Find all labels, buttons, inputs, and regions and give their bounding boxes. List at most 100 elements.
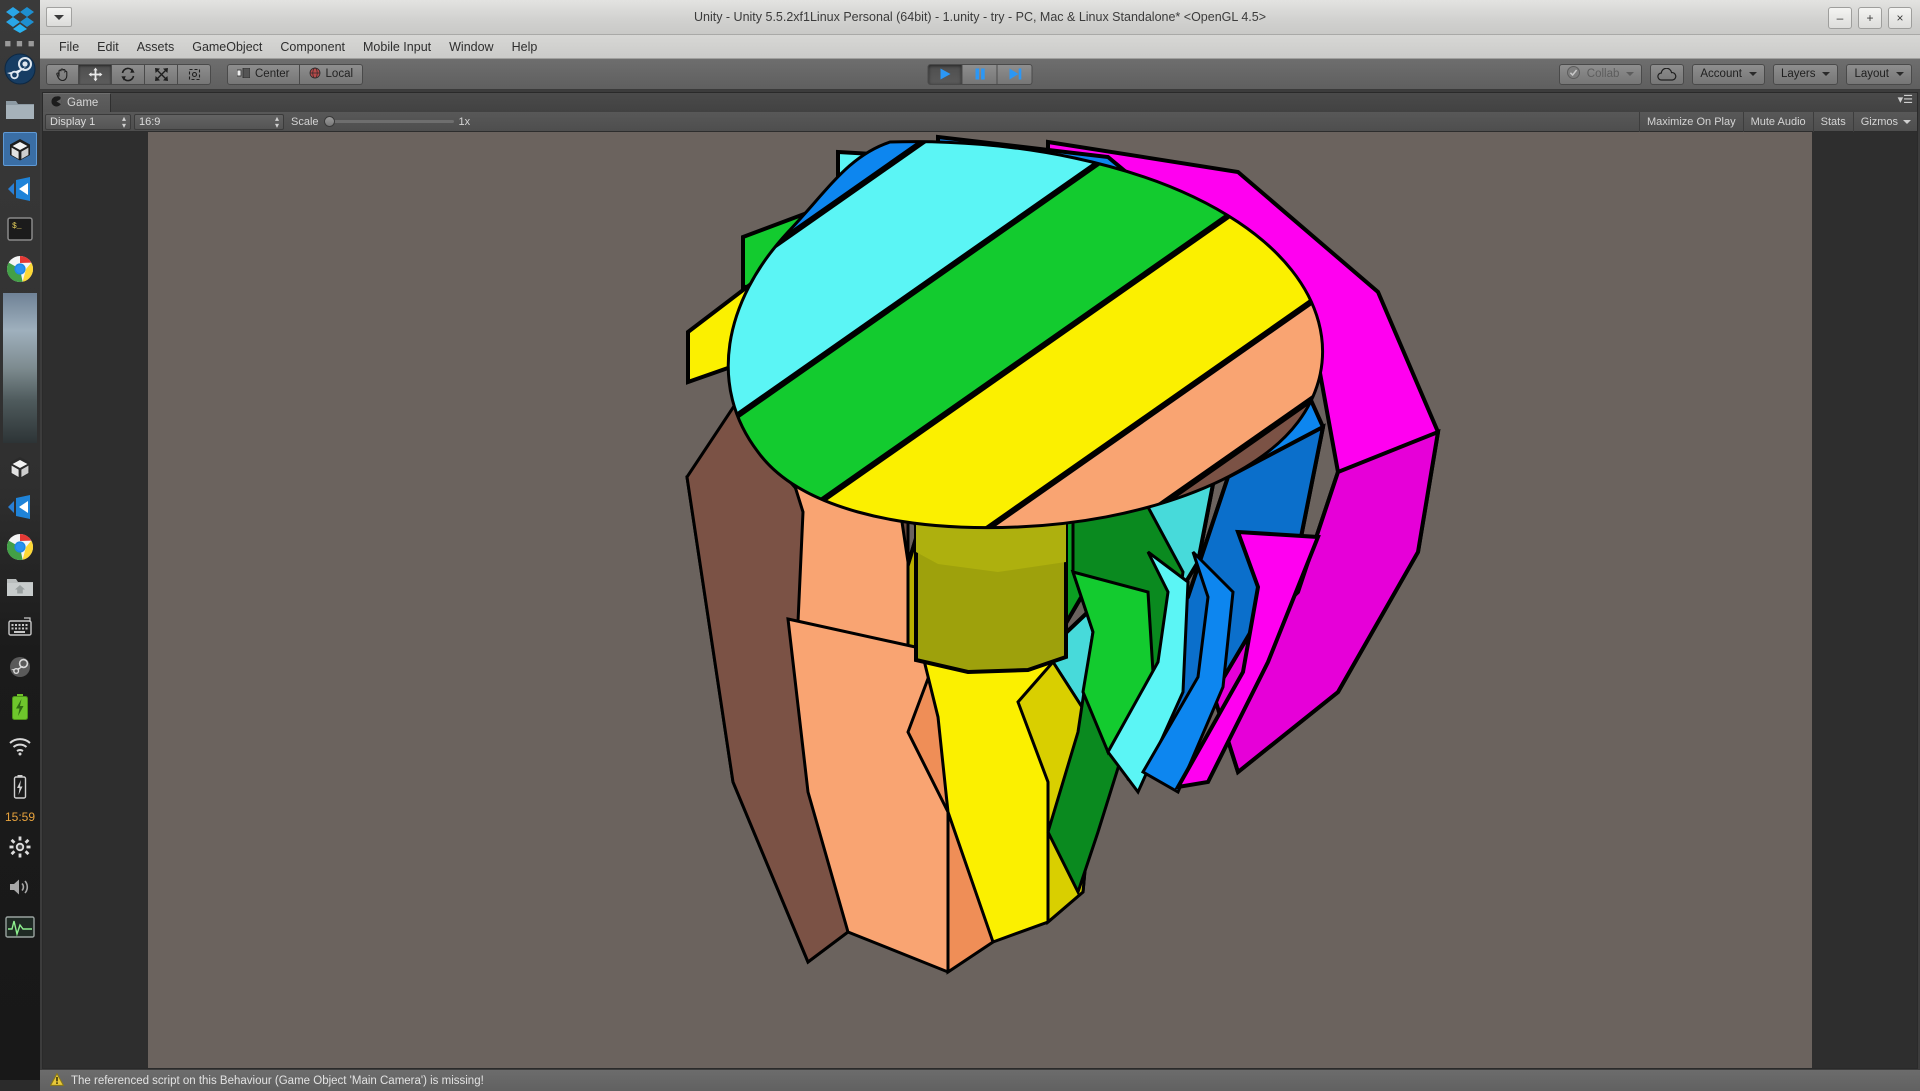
pivot-rotation-label: Local xyxy=(326,68,354,80)
scene-3d-object xyxy=(148,132,1812,1068)
svg-text:$_: $_ xyxy=(12,222,22,231)
menu-item-file[interactable]: File xyxy=(50,35,88,59)
toolbar-right-group: Collab Account Layers Layo xyxy=(1559,64,1912,85)
system-monitor-icon[interactable] xyxy=(3,910,37,944)
menu-item-edit[interactable]: Edit xyxy=(88,35,128,59)
game-viewport[interactable] xyxy=(43,132,1917,1068)
menu-item-mobile-input[interactable]: Mobile Input xyxy=(354,35,440,59)
chevron-down-icon xyxy=(1822,72,1830,76)
panel-menu-icon[interactable]: ▾☰ xyxy=(1898,95,1913,105)
rect-tool-button[interactable] xyxy=(178,64,211,85)
pivot-center-icon xyxy=(237,68,250,81)
scale-value: 1x xyxy=(459,116,471,128)
unity-main-window: Unity - Unity 5.5.2xf1Linux Personal (64… xyxy=(40,0,1920,1080)
chrome-icon[interactable] xyxy=(3,252,37,286)
steam-icon[interactable] xyxy=(3,52,37,86)
desktop-background: ■ ■ ■ xyxy=(0,0,1920,1080)
transform-tool-group xyxy=(46,64,211,85)
minimize-button[interactable]: – xyxy=(1828,7,1852,29)
vscode-icon-2[interactable] xyxy=(3,490,37,524)
battery-charging-icon[interactable] xyxy=(3,690,37,724)
chevron-down-icon xyxy=(1749,72,1757,76)
game-render-surface[interactable] xyxy=(148,132,1812,1068)
aspect-dropdown[interactable]: 16:9 ▴▾ xyxy=(134,114,284,130)
chevron-down-icon xyxy=(1903,120,1911,124)
menubar: File Edit Assets GameObject Component Mo… xyxy=(40,35,1920,59)
stats-toggle[interactable]: Stats xyxy=(1813,112,1853,132)
menu-item-help[interactable]: Help xyxy=(503,35,547,59)
statusbar-message: The referenced script on this Behaviour … xyxy=(71,1075,484,1087)
account-button[interactable]: Account xyxy=(1692,64,1765,85)
hand-tool-button[interactable] xyxy=(46,64,79,85)
move-tool-button[interactable] xyxy=(79,64,112,85)
play-controls xyxy=(928,64,1033,85)
steam-tray-icon[interactable] xyxy=(3,650,37,684)
files-icon[interactable] xyxy=(3,92,37,126)
step-button[interactable] xyxy=(998,64,1033,85)
menu-item-assets[interactable]: Assets xyxy=(128,35,184,59)
scale-slider[interactable] xyxy=(324,120,454,123)
hand-icon xyxy=(55,67,70,82)
updown-icon: ▴▾ xyxy=(275,115,279,129)
display-dropdown[interactable]: Display 1 ▴▾ xyxy=(45,114,131,130)
terminal-icon[interactable]: $_ xyxy=(3,212,37,246)
pivot-mode-label: Center xyxy=(255,68,290,80)
warning-icon xyxy=(50,1073,64,1089)
statusbar[interactable]: The referenced script on this Behaviour … xyxy=(40,1069,1920,1091)
battery-small-icon[interactable] xyxy=(3,770,37,804)
panel-tab-row: Game ▾☰ xyxy=(43,93,1917,112)
game-toolbar-right: Maximize On Play Mute Audio Stats Gizmos xyxy=(1639,112,1915,132)
gizmos-label: Gizmos xyxy=(1861,116,1898,128)
aspect-label: 16:9 xyxy=(139,116,160,128)
pause-icon xyxy=(973,67,986,81)
collab-check-icon xyxy=(1567,66,1580,82)
settings-gear-icon[interactable] xyxy=(3,830,37,864)
gizmos-dropdown[interactable]: Gizmos xyxy=(1853,112,1915,132)
chevron-down-icon xyxy=(1626,72,1634,76)
vscode-icon[interactable] xyxy=(3,172,37,206)
unity-icon-2[interactable] xyxy=(3,450,37,484)
move-icon xyxy=(88,67,103,82)
collab-label: Collab xyxy=(1587,68,1620,80)
layers-button[interactable]: Layers xyxy=(1773,64,1839,85)
pivot-group: Center Local xyxy=(227,64,363,85)
pause-button[interactable] xyxy=(963,64,998,85)
rotate-icon xyxy=(120,67,136,82)
collab-button[interactable]: Collab xyxy=(1559,64,1643,85)
chrome-icon-2[interactable] xyxy=(3,530,37,564)
chevron-down-icon xyxy=(1896,72,1904,76)
globe-icon xyxy=(309,67,321,82)
wifi-icon[interactable] xyxy=(3,730,37,764)
close-button[interactable]: × xyxy=(1888,7,1912,29)
dropbox-icon[interactable] xyxy=(3,3,37,37)
pivot-mode-button[interactable]: Center xyxy=(227,64,300,85)
pivot-rotation-button[interactable]: Local xyxy=(300,64,364,85)
maximize-on-play-toggle[interactable]: Maximize On Play xyxy=(1639,112,1743,132)
game-panel: Game ▾☰ Display 1 ▴▾ 16:9 ▴▾ Scale xyxy=(42,92,1918,1069)
tab-game[interactable]: Game xyxy=(43,93,111,112)
unity-icon[interactable] xyxy=(3,132,37,166)
scale-slider-knob[interactable] xyxy=(324,116,335,127)
rotate-tool-button[interactable] xyxy=(112,64,145,85)
menu-item-component[interactable]: Component xyxy=(271,35,354,59)
game-view-toolbar: Display 1 ▴▾ 16:9 ▴▾ Scale 1x xyxy=(43,112,1917,132)
keyboard-icon[interactable] xyxy=(3,610,37,644)
layout-button[interactable]: Layout xyxy=(1846,64,1912,85)
scale-icon xyxy=(154,67,169,82)
layers-label: Layers xyxy=(1781,68,1816,80)
mute-audio-toggle[interactable]: Mute Audio xyxy=(1743,112,1813,132)
chevron-down-icon xyxy=(54,15,64,20)
display-label: Display 1 xyxy=(50,116,95,128)
services-cloud-button[interactable] xyxy=(1650,64,1684,85)
scale-tool-button[interactable] xyxy=(145,64,178,85)
home-folder-icon[interactable] xyxy=(3,570,37,604)
menu-item-window[interactable]: Window xyxy=(440,35,502,59)
maximize-button[interactable]: + xyxy=(1858,7,1882,29)
account-label: Account xyxy=(1700,68,1742,80)
volume-icon[interactable] xyxy=(3,870,37,904)
window-menu-button[interactable] xyxy=(46,7,72,27)
window-controls: – + × xyxy=(1828,0,1912,35)
dock-running-dots: ■ ■ ■ xyxy=(4,40,35,49)
menu-item-gameobject[interactable]: GameObject xyxy=(183,35,271,59)
play-button[interactable] xyxy=(928,64,963,85)
